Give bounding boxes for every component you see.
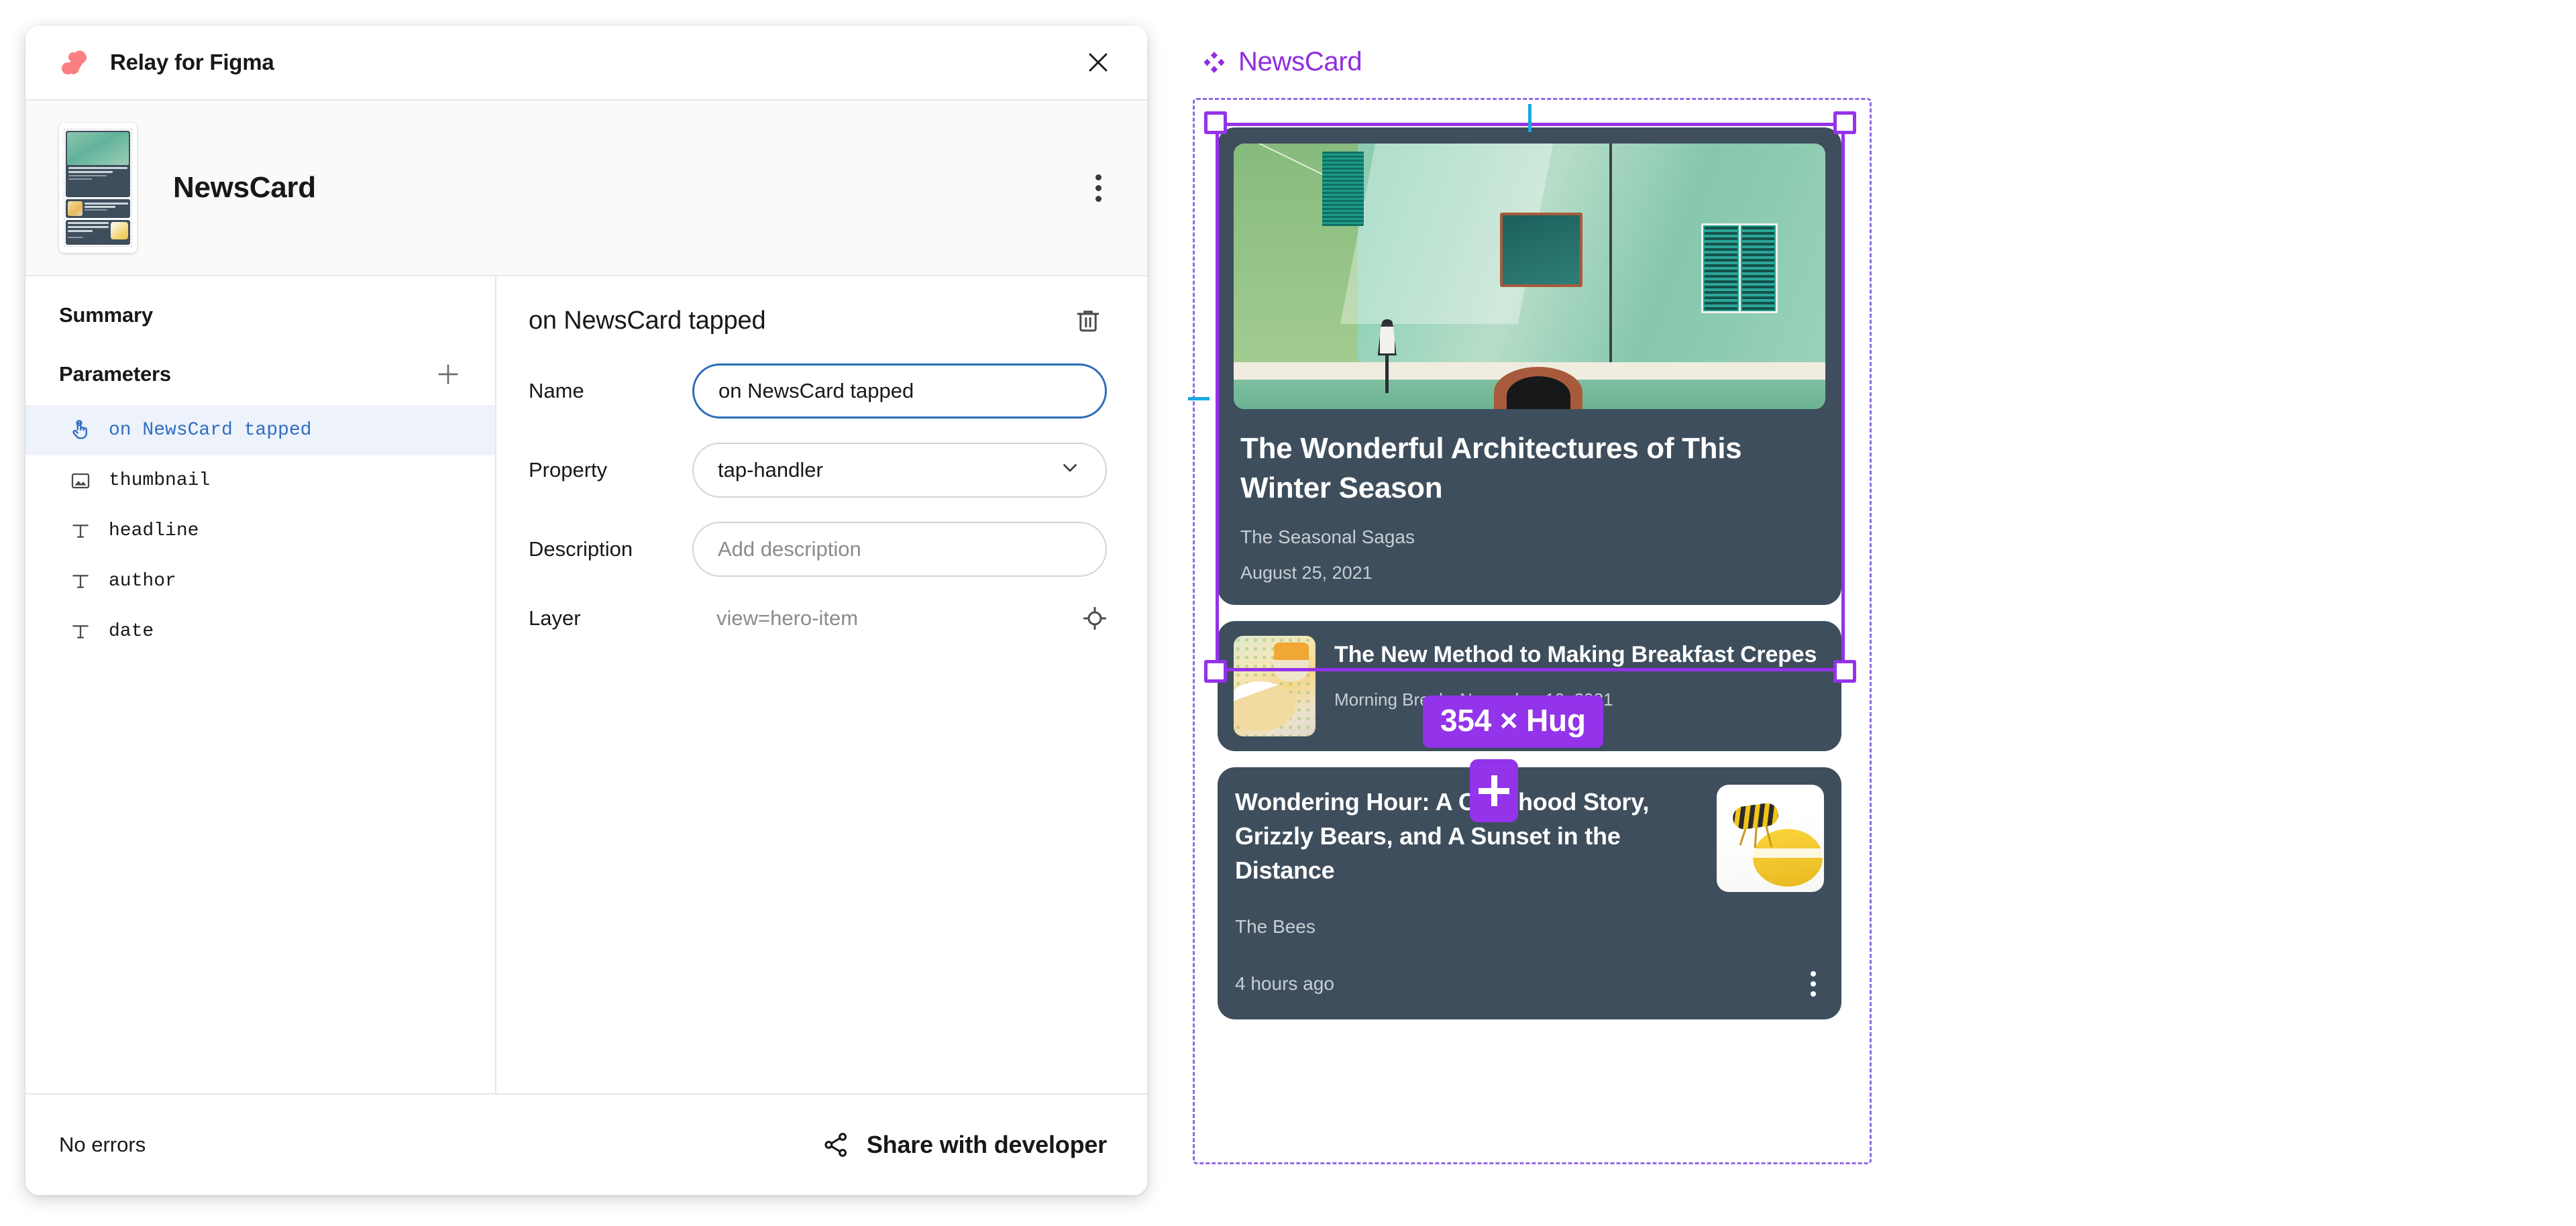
description-placeholder: Add description bbox=[718, 537, 861, 561]
frame-label-text: NewsCard bbox=[1238, 47, 1362, 76]
resize-handle-top-left[interactable] bbox=[1204, 111, 1227, 134]
image-icon bbox=[67, 467, 94, 494]
resize-handle-top-right[interactable] bbox=[1833, 111, 1856, 134]
last-card-menu-button[interactable] bbox=[1803, 967, 1824, 1001]
detail-title: on NewsCard tapped bbox=[529, 306, 766, 335]
component-thumbnail bbox=[59, 123, 137, 253]
component-menu-button[interactable] bbox=[1079, 168, 1118, 207]
trash-icon bbox=[1077, 311, 1099, 332]
crosshair-icon bbox=[1083, 606, 1107, 630]
sidebar-item-on-newscard-tapped[interactable]: on NewsCard tapped bbox=[25, 405, 495, 455]
sidebar-item-thumbnail[interactable]: thumbnail bbox=[25, 455, 495, 506]
plugin-titlebar: Relay for Figma bbox=[25, 25, 1147, 101]
detail-header: on NewsCard tapped bbox=[529, 276, 1107, 339]
sidebar-item-label: headline bbox=[109, 520, 199, 541]
share-button-label: Share with developer bbox=[866, 1131, 1107, 1158]
description-input[interactable]: Add description bbox=[692, 522, 1107, 577]
last-author: The Bees bbox=[1235, 916, 1316, 938]
alignment-guide-horizontal bbox=[1188, 397, 1210, 400]
alignment-guide-vertical bbox=[1528, 104, 1532, 132]
more-vertical-icon bbox=[1095, 174, 1102, 180]
plus-icon bbox=[438, 364, 458, 384]
share-with-developer-button[interactable]: Share with developer bbox=[821, 1130, 1107, 1160]
layer-locate-button[interactable] bbox=[1077, 601, 1112, 636]
text-icon bbox=[67, 568, 94, 595]
sidebar-item-label: author bbox=[109, 571, 176, 592]
parameters-heading: Parameters bbox=[59, 362, 171, 386]
name-label: Name bbox=[529, 379, 584, 402]
sidebar-item-label: date bbox=[109, 621, 154, 642]
close-icon bbox=[1089, 53, 1108, 72]
status-text: No errors bbox=[59, 1133, 146, 1156]
name-input-value: on NewsCard tapped bbox=[718, 379, 914, 402]
property-label: Property bbox=[529, 458, 608, 482]
selection-box bbox=[1204, 111, 1856, 683]
component-set-icon bbox=[1203, 51, 1225, 73]
delete-parameter-button[interactable] bbox=[1069, 302, 1107, 339]
sidebar-item-label: on NewsCard tapped bbox=[109, 420, 312, 441]
relay-logo-icon bbox=[62, 50, 87, 74]
resize-handle-bottom-left[interactable] bbox=[1204, 660, 1227, 683]
parameters-sidebar: Summary Parameters on NewsCard tapped th… bbox=[25, 276, 496, 1093]
parameters-header: Parameters bbox=[25, 327, 495, 405]
more-vertical-icon bbox=[1811, 971, 1816, 977]
sidebar-item-author[interactable]: author bbox=[25, 556, 495, 606]
tap-handler-icon bbox=[67, 417, 94, 444]
layer-value: view=hero-item bbox=[716, 606, 859, 630]
panel-body: Summary Parameters on NewsCard tapped th… bbox=[25, 276, 1147, 1093]
figma-canvas: NewsCard The Wonderful Architectures of … bbox=[1187, 0, 1925, 1226]
property-select-value: tap-handler bbox=[718, 458, 823, 482]
close-button[interactable] bbox=[1079, 43, 1118, 82]
add-element-button[interactable] bbox=[1470, 759, 1518, 822]
component-name: NewsCard bbox=[173, 171, 316, 204]
sidebar-item-date[interactable]: date bbox=[25, 606, 495, 657]
size-badge: 354 × Hug bbox=[1423, 695, 1603, 748]
last-date: 4 hours ago bbox=[1235, 973, 1334, 995]
property-select[interactable]: tap-handler bbox=[692, 443, 1107, 498]
text-icon bbox=[67, 518, 94, 545]
name-field-row: Name on NewsCard tapped bbox=[529, 364, 1107, 419]
description-label: Description bbox=[529, 537, 633, 561]
last-thumbnail bbox=[1717, 785, 1824, 893]
summary-heading: Summary bbox=[59, 303, 153, 327]
share-icon bbox=[824, 1133, 847, 1157]
text-icon bbox=[67, 618, 94, 645]
name-input[interactable]: on NewsCard tapped bbox=[692, 364, 1107, 419]
sidebar-item-label: thumbnail bbox=[109, 470, 211, 491]
property-field-row: Property tap-handler bbox=[529, 443, 1107, 498]
description-field-row: Description Add description bbox=[529, 522, 1107, 577]
relay-plugin-panel: Relay for Figma NewsCard Summary Paramet… bbox=[25, 25, 1147, 1195]
add-parameter-button[interactable] bbox=[431, 357, 466, 392]
resize-handle-bottom-right[interactable] bbox=[1833, 660, 1856, 683]
parameter-detail-pane: on NewsCard tapped Name on NewsCard tapp… bbox=[496, 276, 1147, 1093]
sidebar-item-headline[interactable]: headline bbox=[25, 506, 495, 556]
frame-label[interactable]: NewsCard bbox=[1202, 47, 1362, 77]
layer-label: Layer bbox=[529, 606, 581, 630]
last-news-card[interactable]: Wondering Hour: A Childhood Story, Grizz… bbox=[1218, 767, 1841, 1020]
chevron-down-icon bbox=[1059, 456, 1081, 484]
plugin-title: Relay for Figma bbox=[110, 50, 274, 74]
component-header: NewsCard bbox=[25, 101, 1147, 276]
layer-field-row: Layer view=hero-item bbox=[529, 606, 1107, 630]
panel-footer: No errors Share with developer bbox=[25, 1093, 1147, 1195]
last-headline: Wondering Hour: A Childhood Story, Grizz… bbox=[1235, 788, 1650, 885]
